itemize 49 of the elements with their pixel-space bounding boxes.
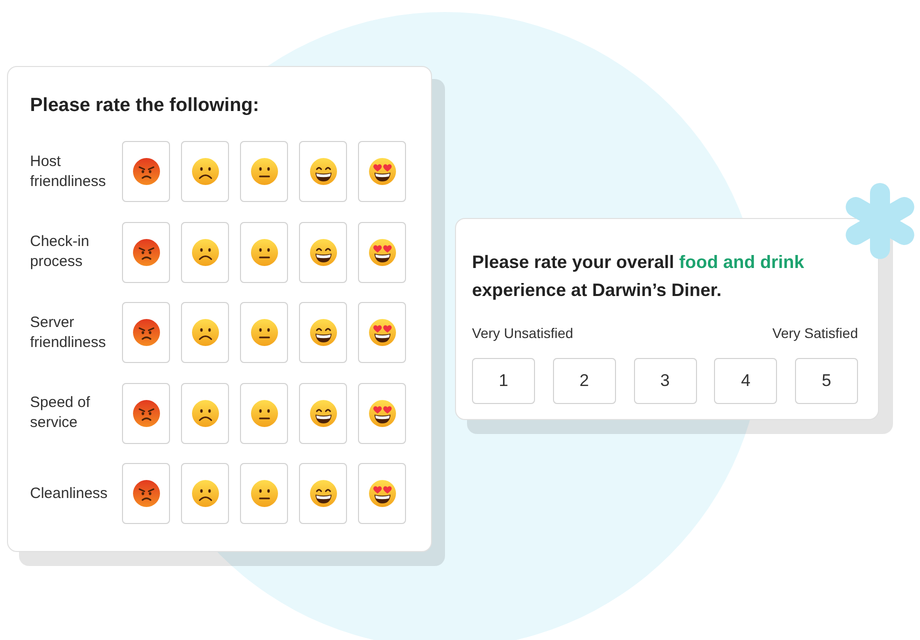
question-text: Please rate your overall food and drink experience at Darwin’s Diner. — [472, 251, 806, 302]
frowning-face-icon — [192, 400, 218, 426]
rating-option-button[interactable] — [358, 222, 406, 282]
rating-option-button[interactable] — [299, 222, 347, 282]
heart-eyes-face-icon — [368, 319, 396, 346]
frowning-face-icon — [192, 238, 218, 266]
rating-number-button[interactable]: 5 — [795, 358, 858, 404]
neutral-face-icon — [250, 400, 278, 426]
grinning-face-icon — [310, 238, 336, 266]
frowning-face-icon — [192, 319, 218, 346]
neutral-face-icon — [250, 158, 278, 185]
grinning-face-icon — [310, 480, 336, 507]
rating-option-button[interactable] — [358, 463, 406, 524]
grinning-face-icon — [310, 158, 336, 185]
grinning-face-icon — [310, 400, 336, 426]
rating-option-button[interactable] — [299, 382, 347, 444]
neutral-face-icon — [250, 480, 278, 507]
rating-number-button[interactable]: 3 — [634, 358, 696, 404]
rating-option-button[interactable] — [299, 463, 347, 524]
rating-option-button[interactable] — [358, 141, 406, 202]
row-label: Check-in process — [30, 232, 90, 272]
rating-number-button[interactable]: 4 — [714, 358, 778, 404]
angry-face-icon — [132, 400, 160, 426]
card-title: Please rate the following: — [30, 94, 260, 118]
grinning-face-icon — [310, 319, 336, 346]
heart-eyes-face-icon — [368, 400, 396, 426]
scale-label: Very Satisfied — [772, 324, 858, 343]
rating-number-button[interactable]: 2 — [552, 358, 616, 404]
heart-eyes-face-icon — [368, 158, 396, 185]
heart-eyes-face-icon — [368, 480, 396, 507]
heart-eyes-face-icon — [368, 238, 396, 266]
angry-face-icon — [132, 319, 160, 346]
angry-face-icon — [132, 480, 160, 507]
rating-option-button[interactable] — [299, 141, 347, 202]
scale-label: Very Unsatisfied — [472, 324, 574, 343]
row-label: Speed of service — [30, 393, 92, 433]
rating-option-button[interactable] — [299, 302, 347, 363]
row-label: Cleanliness — [30, 484, 109, 504]
angry-face-icon — [132, 158, 160, 185]
frowning-face-icon — [192, 480, 218, 507]
neutral-face-icon — [250, 238, 278, 266]
rating-option-button[interactable] — [358, 302, 406, 363]
neutral-face-icon — [250, 319, 278, 346]
row-label: Server friendliness — [30, 312, 107, 352]
rating-number-button[interactable]: 1 — [472, 358, 535, 404]
row-label: Host friendliness — [30, 152, 107, 192]
angry-face-icon — [132, 238, 160, 266]
frowning-face-icon — [192, 158, 218, 185]
rating-option-button[interactable] — [358, 382, 406, 444]
